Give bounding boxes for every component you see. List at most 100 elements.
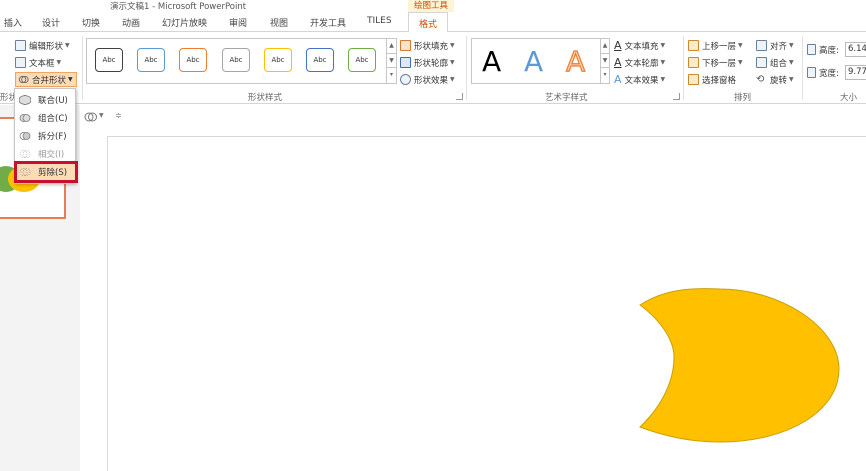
tab-developer[interactable]: 开发工具 [310,16,346,29]
shape-style-swatch[interactable]: Abc [264,48,292,72]
width-label: 宽度: [819,68,839,79]
gallery-more-icon[interactable]: ▾ [601,68,609,83]
edit-shape-label: 编辑形状 [29,41,64,52]
text-outline-label: 文本轮廓 [624,58,659,69]
shape-style-swatch[interactable]: Abc [95,48,123,72]
rotate-button[interactable]: ⟲ 旋转 ▼ [756,72,794,87]
shape-outline-button[interactable]: 形状轮廓 ▼ [400,55,455,70]
tab-animations[interactable]: 动画 [122,16,140,29]
send-backward-button[interactable]: 下移一层 ▼ [688,55,743,70]
shape-effects-button[interactable]: 形状效果 ▼ [400,72,455,87]
selection-pane-button[interactable]: 选择窗格 [688,72,736,87]
align-icon [756,40,767,51]
shape-style-swatch[interactable]: Abc [179,48,207,72]
wordart-style-blue[interactable]: A [524,45,543,78]
pencil-icon [400,57,411,68]
wordart-styles-group-label: 艺术字样式 [545,93,588,103]
selection-pane-icon [688,74,699,85]
wordart-gallery-scroll[interactable]: ▲ ▼ ▾ [600,38,610,84]
align-label: 对齐 [770,41,788,52]
edit-shape-button[interactable]: 编辑形状 ▼ [15,38,70,53]
shape-style-swatch[interactable]: Abc [348,48,376,72]
width-label-item: 宽度: [807,65,839,80]
dialog-launcher-icon[interactable] [456,93,463,100]
tab-review[interactable]: 审阅 [229,16,247,29]
title-bar: 演示文稿1 - Microsoft PowerPoint 绘图工具 [0,0,866,12]
menu-item-intersect[interactable]: 相交(I) [15,145,75,162]
menu-item-subtract[interactable]: 剪除(S) [14,161,78,183]
fragment-icon [19,131,31,140]
size-group-label: 大小 [840,93,858,103]
rotate-icon: ⟲ [756,74,765,85]
group-label: 组合 [770,58,788,69]
chevron-down-icon: ▼ [56,59,62,66]
scroll-up-icon[interactable]: ▲ [387,39,396,54]
text-effects-label: 文本效果 [624,75,659,86]
tab-format[interactable]: 格式 [408,12,449,33]
chevron-down-icon: ▼ [789,76,794,83]
tab-slideshow[interactable]: 幻灯片放映 [162,16,207,29]
shape-fill-button[interactable]: 形状填充 ▼ [400,38,455,53]
crescent-shape[interactable] [108,137,866,471]
customize-quick-access-icon[interactable]: ≑ [115,111,122,120]
bring-forward-icon [688,40,699,51]
shape-styles-gallery[interactable]: Abc Abc Abc Abc Abc Abc Abc ▲ ▼ ▾ [86,38,397,84]
combine-icon [19,113,31,122]
window-title: 演示文稿1 - Microsoft PowerPoint [110,2,247,12]
scroll-down-icon[interactable]: ▼ [387,54,396,69]
merge-shapes-icon[interactable] [84,111,98,123]
menu-item-union[interactable]: 联合(U) [15,91,75,108]
width-input[interactable]: 9.77 [845,65,866,80]
align-button[interactable]: 对齐 ▼ [756,38,794,53]
text-fill-button[interactable]: A 文本填充 ▼ [614,38,665,53]
group-separator [466,36,467,100]
selection-pane-label: 选择窗格 [702,75,737,86]
wordart-styles-gallery[interactable]: A A A [471,38,610,84]
union-icon [19,94,31,105]
text-box-button[interactable]: 文本框 ▼ [15,55,61,70]
text-box-icon [15,57,26,68]
bring-forward-button[interactable]: 上移一层 ▼ [688,38,743,53]
chevron-down-icon: ▼ [738,59,743,66]
height-label-item: 高度: [807,42,839,57]
edit-shape-icon [15,40,26,51]
chevron-down-icon: ▼ [450,42,455,49]
shape-style-swatch[interactable]: Abc [306,48,334,72]
wordart-style-orange[interactable]: A [565,44,585,78]
drawing-tools-label: 绘图工具 [408,0,454,12]
merge-shapes-label: 合并形状 [32,75,67,86]
slide[interactable] [107,136,866,471]
dialog-launcher-icon[interactable] [673,93,680,100]
gallery-scroll[interactable]: ▲ ▼ ▾ [386,39,396,83]
shape-outline-label: 形状轮廓 [414,58,449,69]
shape-effects-icon [400,74,411,85]
text-outline-button[interactable]: A 文本轮廓 ▼ [614,55,665,70]
shape-style-swatch[interactable]: Abc [137,48,165,72]
tab-insert[interactable]: 插入 [4,16,22,29]
shape-effects-label: 形状效果 [414,75,449,86]
shape-style-swatch[interactable]: Abc [222,48,250,72]
wordart-style-black[interactable]: A [482,45,501,78]
scroll-up-icon[interactable]: ▲ [601,39,609,54]
tab-tiles[interactable]: TILES [367,16,392,26]
scroll-down-icon[interactable]: ▼ [601,54,609,69]
chevron-down-icon: ▼ [450,76,455,83]
chevron-down-icon: ▼ [65,42,70,49]
tab-view[interactable]: 视图 [270,16,288,29]
merge-shapes-button[interactable]: 合并形状 ▼ [15,72,77,87]
height-input[interactable]: 6.14 [845,42,866,57]
gallery-more-icon[interactable]: ▾ [387,68,396,83]
menu-item-fragment[interactable]: 拆分(F) [15,127,75,144]
group-button[interactable]: 组合 ▼ [756,55,794,70]
chevron-down-icon: ▼ [789,59,794,66]
tab-transitions[interactable]: 切换 [82,16,100,29]
send-backward-label: 下移一层 [702,58,737,69]
chevron-down-icon[interactable]: ▼ [99,112,104,119]
tab-design[interactable]: 设计 [42,16,60,29]
text-box-label: 文本框 [29,58,55,69]
ribbon-tabs: 插入 设计 切换 动画 幻灯片放映 审阅 视图 开发工具 TILES 格式 [0,12,866,33]
ribbon: 编辑形状 ▼ 文本框 ▼ 合并形状 ▼ 形状 Abc Abc Abc Abc A… [0,32,866,104]
text-effects-button[interactable]: A 文本效果 ▼ [614,72,665,87]
menu-item-combine[interactable]: 组合(C) [15,109,75,126]
height-icon [807,44,816,55]
